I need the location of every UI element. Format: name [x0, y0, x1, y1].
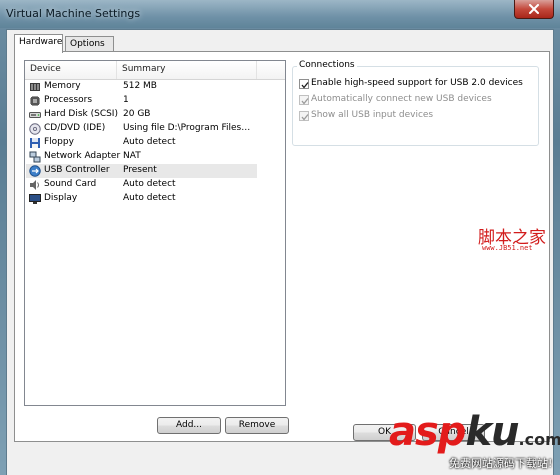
column-header-summary[interactable]: Summary	[122, 64, 166, 74]
device-row-usb-controller[interactable]: USB Controller Present	[26, 164, 257, 178]
device-summary: Using file D:\Program Files\v...	[123, 123, 253, 133]
sound-card-icon	[30, 180, 39, 190]
close-button[interactable]	[514, 0, 554, 19]
cd-dvd-icon	[29, 123, 41, 135]
window-frame: Virtual Machine Settings Hardware Option…	[0, 0, 560, 475]
usb2-support-checkbox[interactable]	[299, 79, 309, 89]
device-name: Network Adapter	[44, 151, 121, 161]
device-summary: 20 GB	[123, 109, 151, 119]
show-input-devices-checkbox[interactable]	[299, 111, 309, 121]
show-input-devices-label: Show all USB input devices	[311, 110, 434, 120]
column-header-device[interactable]: Device	[30, 64, 61, 74]
add-button[interactable]: Add...	[157, 417, 221, 434]
tab-options[interactable]: Options	[65, 36, 114, 52]
connections-label: Connections	[297, 60, 357, 70]
device-row-memory[interactable]: Memory 512 MB	[26, 80, 257, 94]
device-name: Sound Card	[44, 179, 97, 189]
hardware-tab-page: Device Summary Memory 512 MB Processors …	[14, 51, 550, 442]
device-list-header: Device Summary	[25, 61, 285, 80]
device-row-cd-dvd[interactable]: CD/DVD (IDE) Using file D:\Program Files…	[26, 122, 257, 136]
window-title: Virtual Machine Settings	[6, 7, 141, 20]
processor-icon	[30, 96, 40, 106]
watermark-brand-logo: aspku.com	[389, 412, 560, 460]
usb2-support-label: Enable high-speed support for USB 2.0 de…	[311, 78, 523, 88]
connections-group: Connections Enable high-speed support fo…	[292, 60, 539, 146]
device-list[interactable]: Device Summary Memory 512 MB Processors …	[24, 60, 286, 406]
column-separator[interactable]	[256, 61, 257, 79]
watermark-brand-a: asp	[389, 409, 466, 455]
checkmark-icon	[301, 114, 309, 121]
device-name: Memory	[44, 81, 81, 91]
display-icon	[29, 194, 41, 204]
column-separator[interactable]	[116, 61, 117, 79]
device-row-display[interactable]: Display Auto detect	[26, 192, 257, 206]
device-summary: Auto detect	[123, 179, 176, 189]
device-name: Processors	[44, 95, 93, 105]
checkmark-icon	[301, 98, 309, 105]
device-name: Floppy	[44, 137, 74, 147]
device-name: Display	[44, 193, 78, 203]
device-summary: Auto detect	[123, 137, 176, 147]
hard-disk-icon	[29, 112, 41, 118]
watermark-brand-suffix: .com	[518, 430, 560, 449]
device-summary: 1	[123, 95, 129, 105]
floppy-icon	[30, 138, 40, 148]
device-row-network-adapter[interactable]: Network Adapter NAT	[26, 150, 257, 164]
watermark-brand-subtitle: 免费网站源码下载站!	[449, 457, 553, 470]
network-adapter-icon	[29, 151, 41, 163]
device-row-sound-card[interactable]: Sound Card Auto detect	[26, 178, 257, 192]
device-row-hard-disk[interactable]: Hard Disk (SCSI) 20 GB	[26, 108, 257, 122]
device-name: USB Controller	[44, 165, 110, 175]
device-summary: Auto detect	[123, 193, 176, 203]
device-summary: Present	[123, 165, 157, 175]
watermark-brand-b: ku	[465, 409, 519, 455]
tab-hardware[interactable]: Hardware	[14, 34, 63, 53]
device-name: Hard Disk (SCSI)	[44, 109, 118, 119]
close-icon	[529, 4, 539, 14]
device-row-processors[interactable]: Processors 1	[26, 94, 257, 108]
auto-connect-label: Automatically connect new USB devices	[311, 94, 492, 104]
watermark-site-url: www.JB51.net	[482, 244, 533, 252]
device-summary: NAT	[123, 151, 141, 161]
device-name: CD/DVD (IDE)	[44, 123, 106, 133]
usb-icon	[29, 165, 41, 177]
auto-connect-checkbox[interactable]	[299, 95, 309, 105]
device-summary: 512 MB	[123, 81, 157, 91]
title-bar[interactable]: Virtual Machine Settings	[0, 0, 560, 28]
device-row-floppy[interactable]: Floppy Auto detect	[26, 136, 257, 150]
checkmark-icon	[301, 82, 309, 89]
memory-icon	[30, 83, 40, 91]
remove-button[interactable]: Remove	[225, 417, 289, 434]
